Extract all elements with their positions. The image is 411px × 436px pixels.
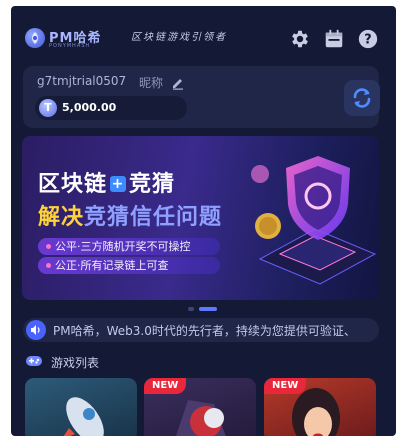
calendar-icon[interactable]: [323, 28, 345, 50]
app-screen: PM哈希 PONYMHASH 区块链游戏引领者 ? g7tmjtrial0507…: [11, 6, 396, 436]
carousel-indicator: [11, 306, 396, 312]
banner-bullet: 公正·所有记录链上可查: [38, 257, 220, 274]
refresh-button[interactable]: [344, 80, 380, 116]
nickname-label: 昵称: [139, 76, 164, 90]
account-card: g7tmjtrial0507 昵称 T 5,000.00: [23, 66, 380, 128]
slogan: 区块链游戏引领者: [131, 32, 227, 43]
logo-icon: [25, 28, 45, 48]
help-icon[interactable]: ?: [357, 28, 379, 50]
gamepad-icon: [25, 353, 43, 369]
balance-pill: T 5,000.00: [35, 96, 187, 120]
banner-title: 区块链 + 竞猜: [38, 172, 176, 197]
game-card[interactable]: NEW: [144, 378, 256, 436]
game-card[interactable]: [25, 378, 137, 436]
coin-icon: T: [39, 99, 57, 117]
user-id: g7tmjtrial0507: [37, 74, 127, 88]
game-list-title: 游戏列表: [51, 356, 100, 370]
carousel-dot[interactable]: [188, 307, 194, 311]
banner-bullet: 公平·三方随机开奖不可操控: [38, 238, 220, 255]
header: PM哈希 PONYMHASH 区块链游戏引领者 ?: [11, 6, 396, 62]
banner-subtitle: 解决竞猜信任问题: [38, 205, 223, 230]
notice-text: PM哈希，Web3.0时代的先行者，持续为您提供可验证、: [53, 324, 356, 338]
shield-chip-illustration: [251, 156, 377, 285]
balance-value: 5,000.00: [62, 101, 117, 114]
game-card[interactable]: NEW: [264, 378, 376, 436]
notice-bar[interactable]: PM哈希，Web3.0时代的先行者，持续为您提供可验证、: [23, 318, 379, 342]
gear-icon[interactable]: [289, 28, 311, 50]
edit-icon[interactable]: [171, 75, 185, 90]
carousel-dot-active[interactable]: [199, 307, 217, 311]
refresh-icon: [353, 88, 371, 108]
logo-subtext: PONYMHASH: [49, 43, 91, 49]
promo-banner[interactable]: 区块链 + 竞猜 解决竞猜信任问题 公平·三方随机开奖不可操控 公正·所有记录链上可…: [22, 136, 379, 300]
speaker-icon: [26, 320, 46, 340]
new-badge: NEW: [264, 378, 307, 394]
rocket-icon: [63, 397, 104, 436]
new-badge: NEW: [144, 378, 187, 394]
svg-text:?: ?: [364, 33, 371, 48]
